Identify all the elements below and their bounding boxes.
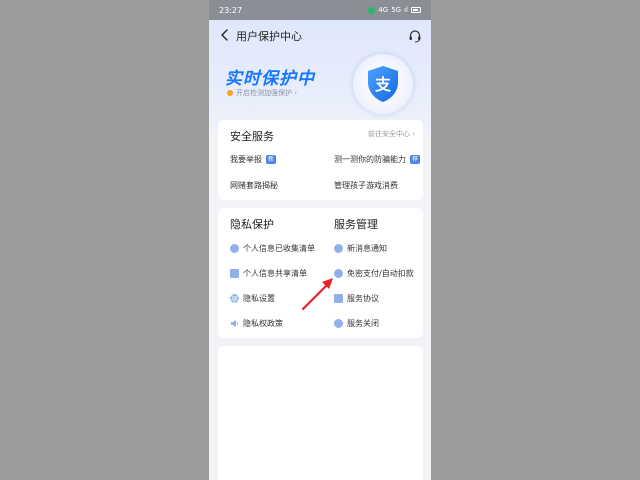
speaker-icon	[231, 320, 239, 327]
goto-security-center-link[interactable]: 前往安全中心 ›	[368, 129, 415, 139]
service-agreement-item[interactable]: 服务协议	[334, 293, 379, 304]
folder-icon	[230, 269, 239, 278]
nav-bar: 用户保护中心	[209, 24, 431, 46]
fraud-test-label: 测一测你的防骗能力	[334, 155, 406, 164]
gambling-reveal-label: 网赌套路揭秘	[230, 181, 278, 190]
security-services-card: 安全服务 前往安全中心 › 我要举报 新 测一测你的防骗能力 荐 网赌套路揭秘 …	[218, 120, 423, 200]
protection-status-title: 实时保护中	[225, 69, 315, 89]
enable-detection-label: 开启检测加强保护 ›	[236, 89, 298, 97]
empty-content-card	[218, 346, 423, 480]
wifi-label: 5G	[391, 6, 402, 14]
annotation-arrow-icon	[301, 278, 333, 311]
back-arrow-icon[interactable]	[219, 29, 231, 41]
shield-badge: 支	[353, 54, 413, 114]
report-label: 我要举报	[230, 155, 262, 164]
privacy-policy-item[interactable]: 隐私权政策	[230, 318, 283, 329]
privacy-title: 隐私保护	[230, 218, 274, 231]
recommend-badge: 荐	[410, 155, 420, 164]
service-agreement-label: 服务协议	[347, 294, 379, 303]
new-message-notice-item[interactable]: 新消息通知	[334, 243, 387, 254]
password-free-payment-label: 免密支付/自动扣款	[347, 269, 414, 278]
page-title: 用户保护中心	[236, 30, 302, 43]
signal-icon: ıl	[404, 6, 408, 14]
message-icon	[334, 244, 343, 253]
close-service-icon	[334, 319, 343, 328]
new-badge: 新	[266, 155, 276, 164]
fraud-test-item[interactable]: 测一测你的防骗能力 荐	[334, 154, 420, 165]
warning-dot-icon	[227, 90, 233, 96]
list-icon	[230, 244, 239, 253]
status-time: 23:27	[219, 5, 243, 15]
collected-info-label: 个人信息已收集清单	[243, 244, 315, 253]
new-message-label: 新消息通知	[347, 244, 387, 253]
active-call-icon	[368, 6, 376, 14]
gambling-reveal-item[interactable]: 网赌套路揭秘	[230, 180, 278, 191]
hero-banner: 用户保护中心 实时保护中 开启检测加强保护 › 支	[209, 20, 431, 130]
child-game-spending-item[interactable]: 管理孩子游戏消费	[334, 180, 398, 191]
collected-info-list-item[interactable]: 个人信息已收集清单	[230, 243, 315, 254]
status-bar: 23:27 4G 5G ıl	[209, 0, 431, 20]
privacy-policy-label: 隐私权政策	[243, 319, 283, 328]
shared-info-label: 个人信息共享清单	[243, 269, 307, 278]
service-mgmt-title: 服务管理	[334, 218, 378, 231]
customer-service-icon[interactable]	[408, 29, 422, 43]
network-label: 4G	[378, 6, 389, 14]
child-game-spending-label: 管理孩子游戏消费	[334, 181, 398, 190]
password-free-payment-item[interactable]: 免密支付/自动扣款	[334, 268, 414, 279]
alipay-shield-icon: 支	[368, 66, 398, 102]
enable-detection-link[interactable]: 开启检测加强保护 ›	[227, 88, 297, 98]
privacy-settings-label: 隐私设置	[243, 294, 275, 303]
shared-info-list-item[interactable]: 个人信息共享清单	[230, 268, 307, 279]
shield-glyph: 支	[374, 75, 392, 94]
phone-screen: 23:27 4G 5G ıl 用户保护中心 实时保护中 开启检测加强保护 › 支…	[209, 0, 431, 480]
service-close-label: 服务关闭	[347, 319, 379, 328]
security-services-title: 安全服务	[230, 130, 274, 143]
privacy-settings-item[interactable]: 隐私设置	[230, 293, 275, 304]
battery-icon	[411, 7, 421, 13]
report-item[interactable]: 我要举报 新	[230, 154, 276, 165]
service-close-item[interactable]: 服务关闭	[334, 318, 379, 329]
status-indicators: 4G 5G ıl	[368, 6, 421, 14]
gear-icon	[230, 294, 239, 303]
